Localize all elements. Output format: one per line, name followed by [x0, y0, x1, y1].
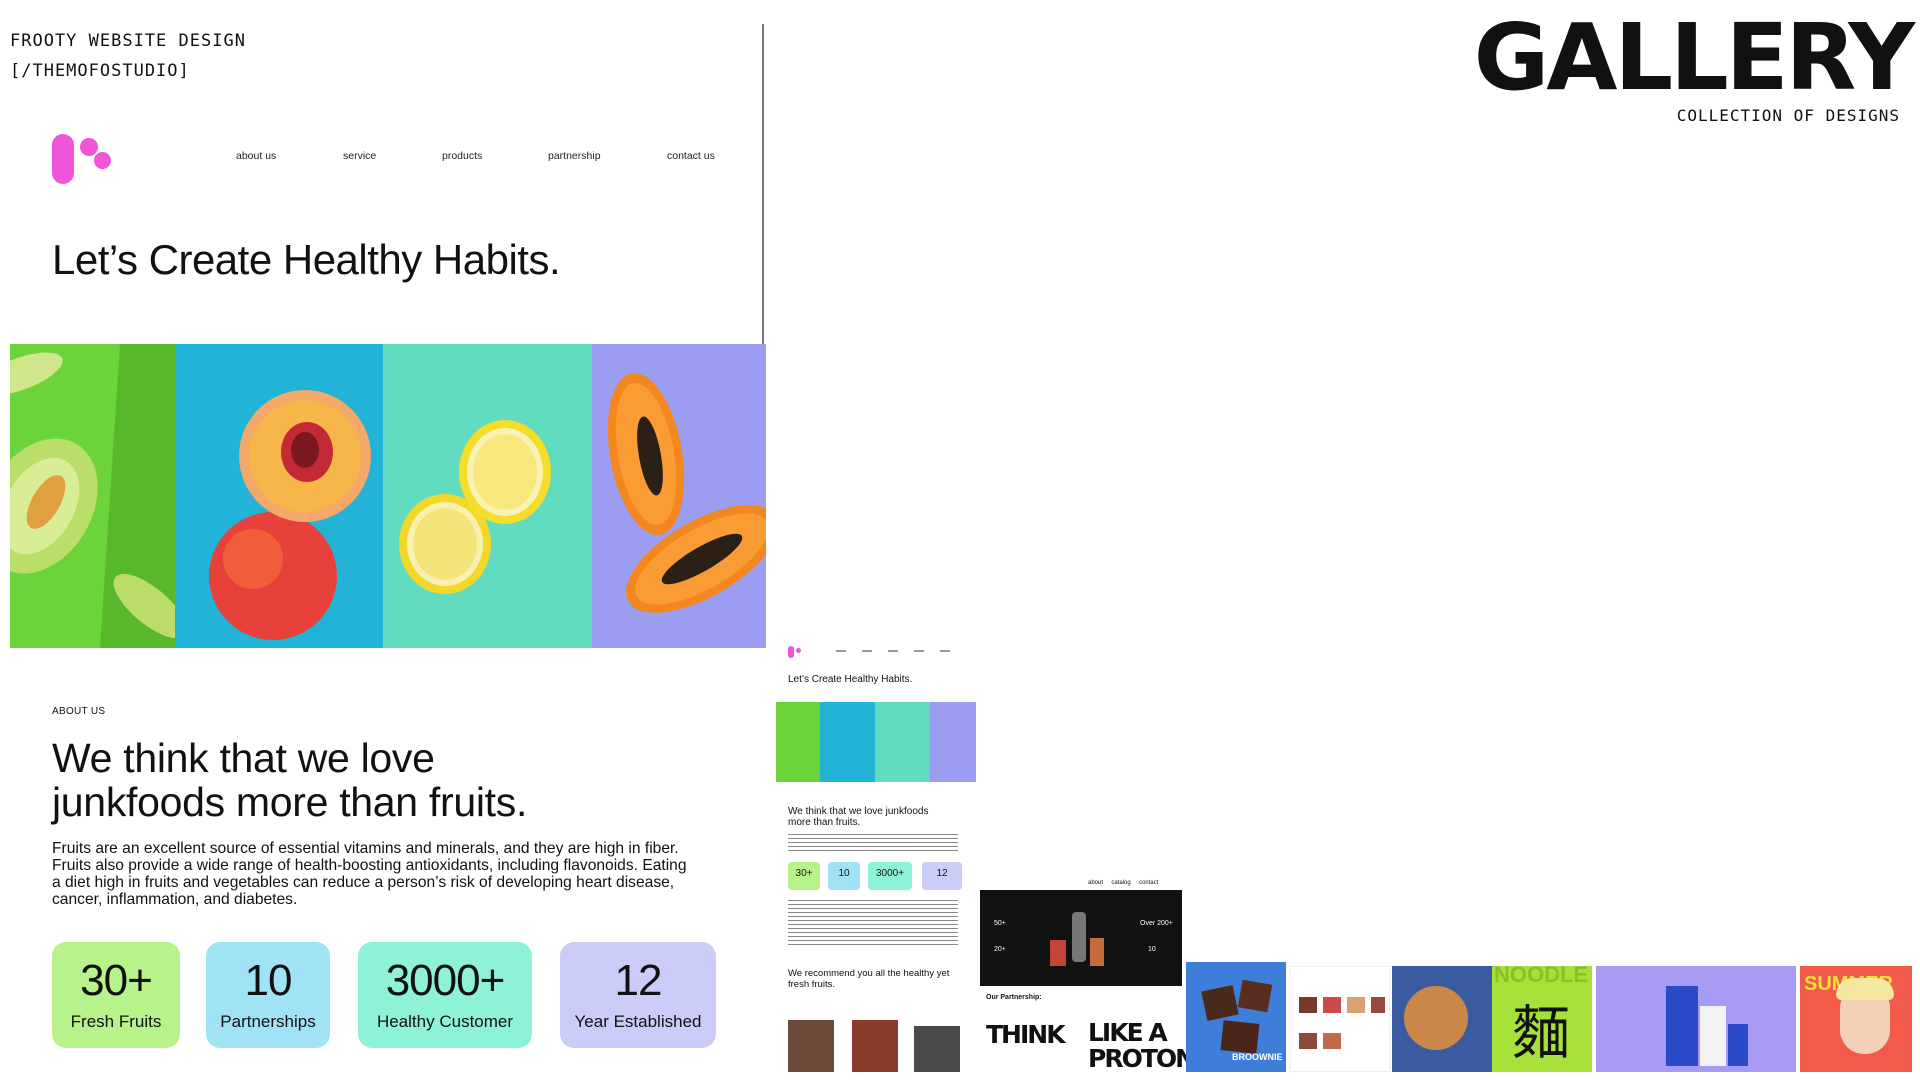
lab-think-proton: THINK LIKE A PROTON [986, 1018, 1196, 1073]
fruit-hero-images [10, 344, 766, 648]
mini-store-image [788, 1020, 834, 1072]
gallery-subtitle: COLLECTION OF DESIGNS [1676, 106, 1900, 125]
stat-card-established: 12 Year Established [560, 942, 716, 1048]
nav-products[interactable]: products [442, 150, 482, 162]
brownie-label: BROOWNIE [1232, 1052, 1283, 1062]
mini-stat: 10 [828, 862, 860, 890]
stat-value: 12 [614, 956, 663, 1005]
stat-value: 30+ [80, 956, 153, 1005]
mini-recommend: We recommend you all the healthy yet fre… [788, 968, 950, 990]
mini-logo [788, 646, 794, 658]
mini-fruits [776, 702, 976, 782]
nav-contact[interactable]: contact us [667, 150, 715, 162]
stat-value: 10 [244, 956, 293, 1005]
mini-logo-dot [796, 648, 801, 653]
about-heading: We think that we love junkfoods more tha… [52, 735, 528, 825]
stat-label: Healthy Customer [376, 1012, 514, 1031]
thumbnail-cake-catalog[interactable] [1290, 966, 1390, 1072]
project-name: FROOTY WEBSITE DESIGN [10, 31, 246, 51]
thumbnail-packaging[interactable] [1596, 966, 1796, 1072]
lemon-image [383, 344, 592, 648]
stat-label: Fresh Fruits [70, 1012, 162, 1031]
mini-paragraph [788, 834, 958, 854]
about-label: ABOUT US [52, 706, 106, 717]
mini-stat: 12 [922, 862, 962, 890]
mini-heading: We think that we love junkfoods more tha… [788, 806, 929, 828]
stat-label: Year Established [574, 1012, 702, 1031]
nav-partnership[interactable]: partnership [548, 150, 601, 162]
vertical-divider [762, 24, 764, 354]
nav-about[interactable]: about us [236, 150, 276, 162]
project-studio: [/THEMOFOSTUDIO] [10, 61, 190, 81]
stat-label: Partnerships [220, 1012, 316, 1031]
peach-image [175, 344, 383, 648]
thumbnail-lab[interactable]: about catalog contact 50+ 20+ Over 200+ … [980, 872, 1196, 1073]
lab-nav: about catalog contact [1088, 880, 1159, 886]
thumbnail-noodle[interactable]: NOODLE 麵 [1392, 966, 1592, 1072]
lab-hero-image: 50+ 20+ Over 200+ 10 [980, 890, 1182, 986]
lab-partnership-label: Our Partnership: [986, 994, 1042, 1001]
thumbnail-summer[interactable]: SUMMER [1800, 966, 1912, 1072]
mini-headline: Let’s Create Healthy Habits. [788, 674, 913, 685]
stat-card-customers: 3000+ Healthy Customer [358, 942, 532, 1048]
mini-nav [836, 650, 966, 652]
logo-dot [80, 138, 98, 156]
papaya-image [592, 344, 766, 648]
noodle-glyph: 麵 [1512, 1001, 1571, 1066]
stat-value: 3000+ [385, 956, 506, 1005]
thumbnail-brownie[interactable]: BROOWNIE [1186, 962, 1286, 1072]
mini-store-image [914, 1026, 960, 1072]
mini-body-text [788, 900, 958, 948]
mini-stat: 30+ [788, 862, 820, 890]
stat-card-partnerships: 10 Partnerships [206, 942, 330, 1048]
logo-bar [52, 134, 74, 184]
gallery-title: GALLERY [1473, 4, 1915, 111]
stat-card-fruits: 30+ Fresh Fruits [52, 942, 180, 1048]
thumbnail-frooty[interactable]: Let’s Create Healthy Habits. We think th… [776, 638, 978, 1074]
mini-store-image [852, 1020, 898, 1072]
melon-image [10, 344, 175, 648]
about-paragraph: Fruits are an excellent source of essent… [52, 840, 687, 908]
mini-stat: 3000+ [868, 862, 912, 890]
frooty-logo[interactable] [52, 132, 116, 184]
nav-service[interactable]: service [343, 150, 376, 162]
project-title: FROOTY WEBSITE DESIGN [/THEMOFOSTUDIO] [10, 26, 246, 86]
hero-headline: Let’s Create Healthy Habits. [52, 236, 561, 283]
logo-dot [94, 152, 111, 169]
